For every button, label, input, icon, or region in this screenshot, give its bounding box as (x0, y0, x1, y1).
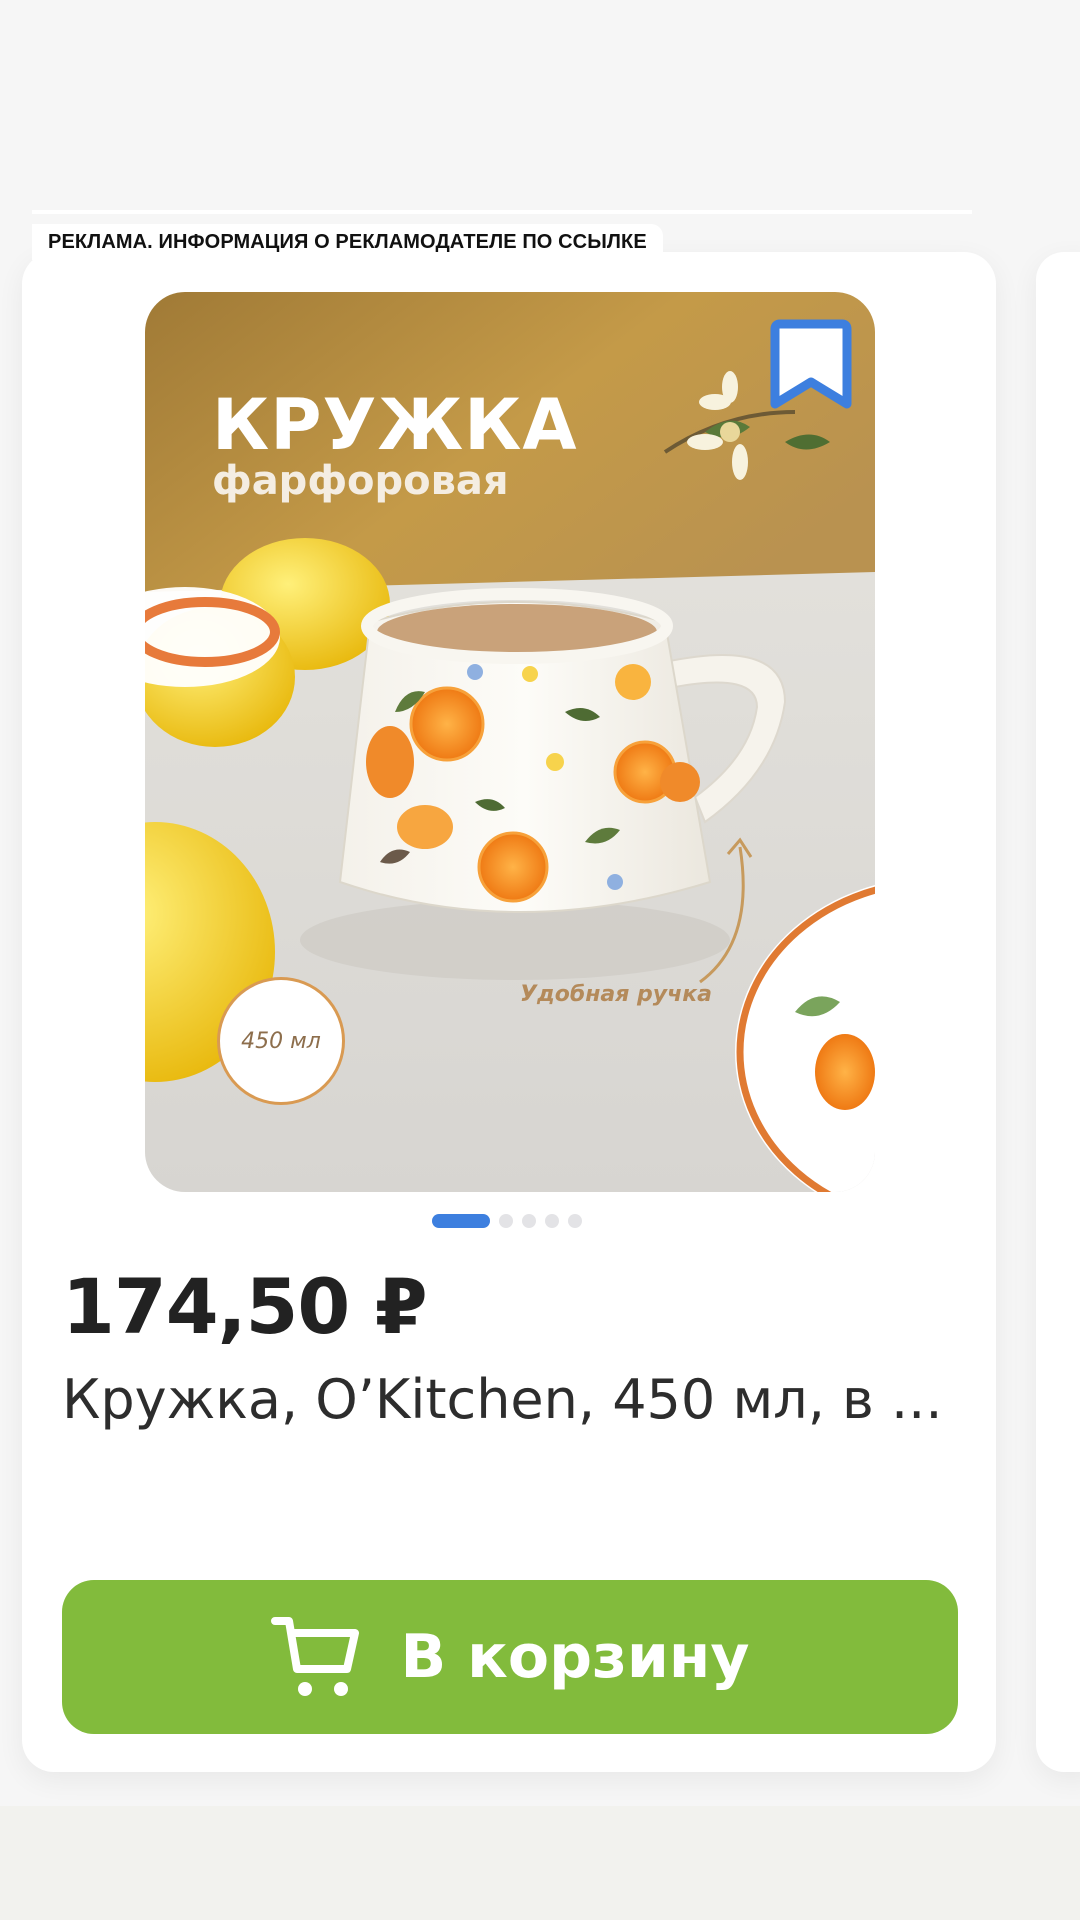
add-to-cart-button[interactable]: В корзину (62, 1580, 958, 1734)
ad-disclaimer-label[interactable]: РЕКЛАМА. ИНФОРМАЦИЯ О РЕКЛАМОДАТЕЛЕ ПО С… (32, 224, 663, 260)
volume-badge: 450 мл (217, 977, 345, 1105)
pager-dot[interactable] (545, 1214, 559, 1228)
pager-dot[interactable] (522, 1214, 536, 1228)
product-title[interactable]: Кружка, O’Kitchen, 450 мл, в ... (62, 1368, 962, 1431)
previous-card-edge (32, 210, 972, 214)
promo-title: КРУЖКА (212, 384, 578, 466)
pager-dot[interactable] (568, 1214, 582, 1228)
image-pager[interactable] (432, 1213, 582, 1229)
screen-bottom-area (0, 1806, 1080, 1920)
add-to-cart-label: В корзину (400, 1622, 750, 1692)
handle-caption: Удобная ручка (520, 982, 713, 1007)
next-product-card-peek[interactable] (1036, 252, 1080, 1772)
volume-badge-label: 450 мл (241, 1028, 321, 1054)
pager-dot-active[interactable] (432, 1214, 490, 1228)
feed-background (0, 0, 1080, 212)
product-price: 174,50 ₽ (62, 1262, 428, 1351)
bookmark-icon[interactable] (770, 318, 852, 412)
bookmark-glyph (770, 319, 852, 409)
pager-dot[interactable] (499, 1214, 513, 1228)
promo-subtitle: фарфоровая (212, 458, 509, 504)
shopping-cart-icon (270, 1617, 359, 1696)
